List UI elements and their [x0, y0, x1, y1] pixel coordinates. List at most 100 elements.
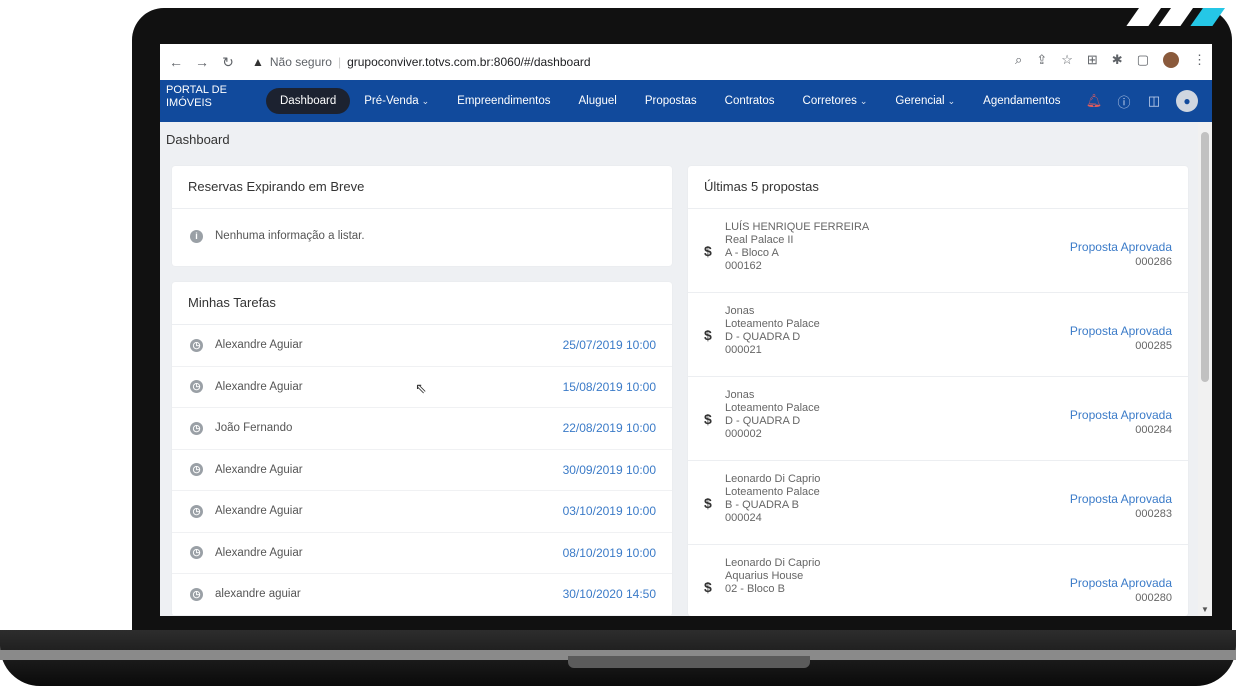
task-date[interactable]: 03/10/2019 10:00 — [563, 504, 656, 518]
back-arrow-icon[interactable]: ← — [166, 54, 186, 70]
task-date[interactable]: 30/10/2020 14:50 — [563, 587, 656, 601]
proposal-project: Real Palace II — [725, 234, 794, 246]
menu-aluguel[interactable]: Aluguel — [565, 88, 631, 114]
address-bar[interactable]: ▲ Não seguro | grupoconviver.totvs.com.b… — [252, 55, 591, 69]
chevron-down-icon: ⌄ — [421, 96, 430, 106]
menu-contratos[interactable]: Contratos — [711, 88, 789, 114]
brand-line1: PORTAL DE — [166, 84, 227, 96]
task-date[interactable]: 30/09/2019 10:00 — [563, 463, 656, 477]
proposal-unit: A - Bloco A — [725, 247, 779, 259]
proposal-number: 000286 — [1135, 256, 1172, 268]
proposal-status[interactable]: Proposta Aprovada — [1070, 577, 1172, 590]
mouse-cursor-icon: ⇖ — [415, 380, 427, 396]
proposal-number: 000284 — [1135, 424, 1172, 436]
task-row[interactable]: ◷ João Fernando 22/08/2019 10:00 — [172, 408, 672, 450]
navbar-actions: 🔔︎ ⓘ ◫ ● — [1086, 90, 1198, 112]
task-row[interactable]: ◷ Alexandre Aguiar 03/10/2019 10:00 — [172, 491, 672, 533]
brand-logo[interactable]: PORTAL DE IMÓVEIS — [166, 84, 236, 110]
proposal-client: Leonardo Di Caprio — [725, 557, 821, 569]
user-avatar-icon[interactable]: ● — [1176, 90, 1198, 112]
info-icon[interactable]: ⓘ — [1116, 93, 1132, 110]
menu-label: Agendamentos — [983, 95, 1061, 107]
separator: | — [337, 55, 342, 69]
proposal-status[interactable]: Proposta Aprovada — [1070, 493, 1172, 506]
chevron-down-icon: ⌄ — [947, 96, 956, 106]
menu-dashboard[interactable]: Dashboard — [266, 88, 351, 114]
dollar-icon: $ — [704, 243, 712, 259]
task-date[interactable]: 08/10/2019 10:00 — [563, 546, 656, 560]
proposal-status[interactable]: Proposta Aprovada — [1070, 241, 1172, 254]
reload-icon[interactable]: ↻ — [218, 54, 238, 71]
proposal-client: Jonas — [725, 305, 755, 317]
brand-line2: IMÓVEIS — [166, 97, 212, 109]
task-name: Alexandre Aguiar — [215, 380, 303, 393]
panel-icon[interactable]: ◫ — [1146, 93, 1162, 109]
extension-icon[interactable]: ⊞ — [1087, 52, 1098, 68]
clock-icon: ◷ — [190, 421, 203, 435]
menu-corretores[interactable]: Corretores ⌄ — [789, 88, 882, 114]
proposal-status[interactable]: Proposta Aprovada — [1070, 325, 1172, 338]
propostas-card: Últimas 5 propostas $ LUÍS HENRIQUE FERR… — [688, 166, 1188, 616]
menu-empreendimentos[interactable]: Empreendimentos — [443, 88, 564, 114]
menu-label: Contratos — [724, 95, 775, 107]
proposal-client: Jonas — [725, 389, 755, 401]
task-name: João Fernando — [215, 422, 293, 435]
task-row[interactable]: ◷ alexandre aguiar 30/10/2020 14:50 — [172, 574, 672, 616]
profile-avatar[interactable] — [1163, 52, 1179, 68]
bezel-decoration — [1102, 8, 1232, 26]
proposal-item[interactable]: $ Leonardo Di Caprio Loteamento Palace B… — [688, 461, 1188, 545]
reservas-card: Reservas Expirando em Breve i Nenhuma in… — [172, 166, 672, 266]
url-text[interactable]: grupoconviver.totvs.com.br:8060/#/dashbo… — [347, 55, 590, 69]
empty-message: Nenhuma informação a listar. — [215, 230, 365, 242]
task-date[interactable]: 22/08/2019 10:00 — [563, 421, 656, 435]
task-row[interactable]: ◷ Alexandre Aguiar 08/10/2019 10:00 — [172, 533, 672, 574]
proposal-code: 000021 — [725, 344, 762, 356]
menu-pre-venda[interactable]: Pré-Venda ⌄ — [350, 88, 443, 114]
proposal-client: LUÍS HENRIQUE FERREIRA — [725, 221, 870, 233]
proposal-item[interactable]: $ LUÍS HENRIQUE FERREIRA Real Palace II … — [688, 209, 1188, 293]
chevron-down-icon: ⌄ — [859, 96, 868, 106]
task-row[interactable]: ◷ Alexandre Aguiar 30/09/2019 10:00 — [172, 450, 672, 491]
scroll-down-icon[interactable]: ▼ — [1201, 605, 1209, 614]
not-secure-label: Não seguro — [269, 55, 332, 69]
clock-icon: ◷ — [190, 587, 203, 601]
scrollbar-thumb[interactable] — [1201, 132, 1209, 382]
menu-label: Pré-Venda — [364, 95, 419, 107]
proposal-item[interactable]: $ Jonas Loteamento Palace D - QUADRA D 0… — [688, 293, 1188, 377]
task-date[interactable]: 15/08/2019 10:00 — [563, 380, 656, 394]
zoom-icon[interactable]: ⌕ — [1015, 52, 1022, 68]
proposal-code: 000162 — [725, 260, 762, 272]
clock-icon: ◷ — [190, 463, 203, 477]
task-name: alexandre aguiar — [215, 588, 301, 601]
tarefas-title: Minhas Tarefas — [172, 282, 672, 325]
app-navbar: PORTAL DE IMÓVEIS Dashboard Pré-Venda ⌄ E… — [160, 80, 1212, 122]
menu-gerencial[interactable]: Gerencial ⌄ — [881, 88, 969, 114]
proposal-item[interactable]: $ Jonas Loteamento Palace D - QUADRA D 0… — [688, 377, 1188, 461]
clock-icon: ◷ — [190, 338, 203, 352]
proposal-unit: B - QUADRA B — [725, 499, 799, 511]
puzzle-icon[interactable]: ✱ — [1112, 52, 1123, 68]
page-title: Dashboard — [166, 132, 230, 147]
share-icon[interactable]: ⇪ — [1036, 52, 1047, 68]
dollar-icon: $ — [704, 327, 712, 343]
proposal-status[interactable]: Proposta Aprovada — [1070, 409, 1172, 422]
menu-propostas[interactable]: Propostas — [631, 88, 711, 114]
browser-toolbar: ← → ↻ ▲ Não seguro | grupoconviver.totvs… — [160, 44, 1212, 81]
star-icon[interactable]: ☆ — [1061, 52, 1073, 68]
task-row[interactable]: ◷ Alexandre Aguiar 25/07/2019 10:00 — [172, 325, 672, 367]
forward-arrow-icon[interactable]: → — [192, 54, 212, 70]
page-scrollbar[interactable]: ▼ — [1198, 122, 1212, 616]
menu-agendamentos[interactable]: Agendamentos — [969, 88, 1074, 114]
proposal-item[interactable]: $ Leonardo Di Caprio Aquarius House 02 -… — [688, 545, 1188, 616]
proposal-unit: D - QUADRA D — [725, 331, 801, 343]
dollar-icon: $ — [704, 411, 712, 427]
menu-label: Dashboard — [280, 95, 337, 107]
proposal-unit: 02 - Bloco B — [725, 583, 785, 595]
clock-icon: ◷ — [190, 546, 203, 560]
task-date[interactable]: 25/07/2019 10:00 — [563, 338, 656, 352]
notification-bell-icon[interactable]: 🔔︎ — [1086, 93, 1103, 109]
task-name: Alexandre Aguiar — [215, 463, 303, 476]
sidepanel-icon[interactable]: ▢ — [1137, 52, 1149, 68]
propostas-title: Últimas 5 propostas — [688, 166, 1188, 209]
menu-dots-icon[interactable]: ⋮ — [1193, 52, 1206, 68]
